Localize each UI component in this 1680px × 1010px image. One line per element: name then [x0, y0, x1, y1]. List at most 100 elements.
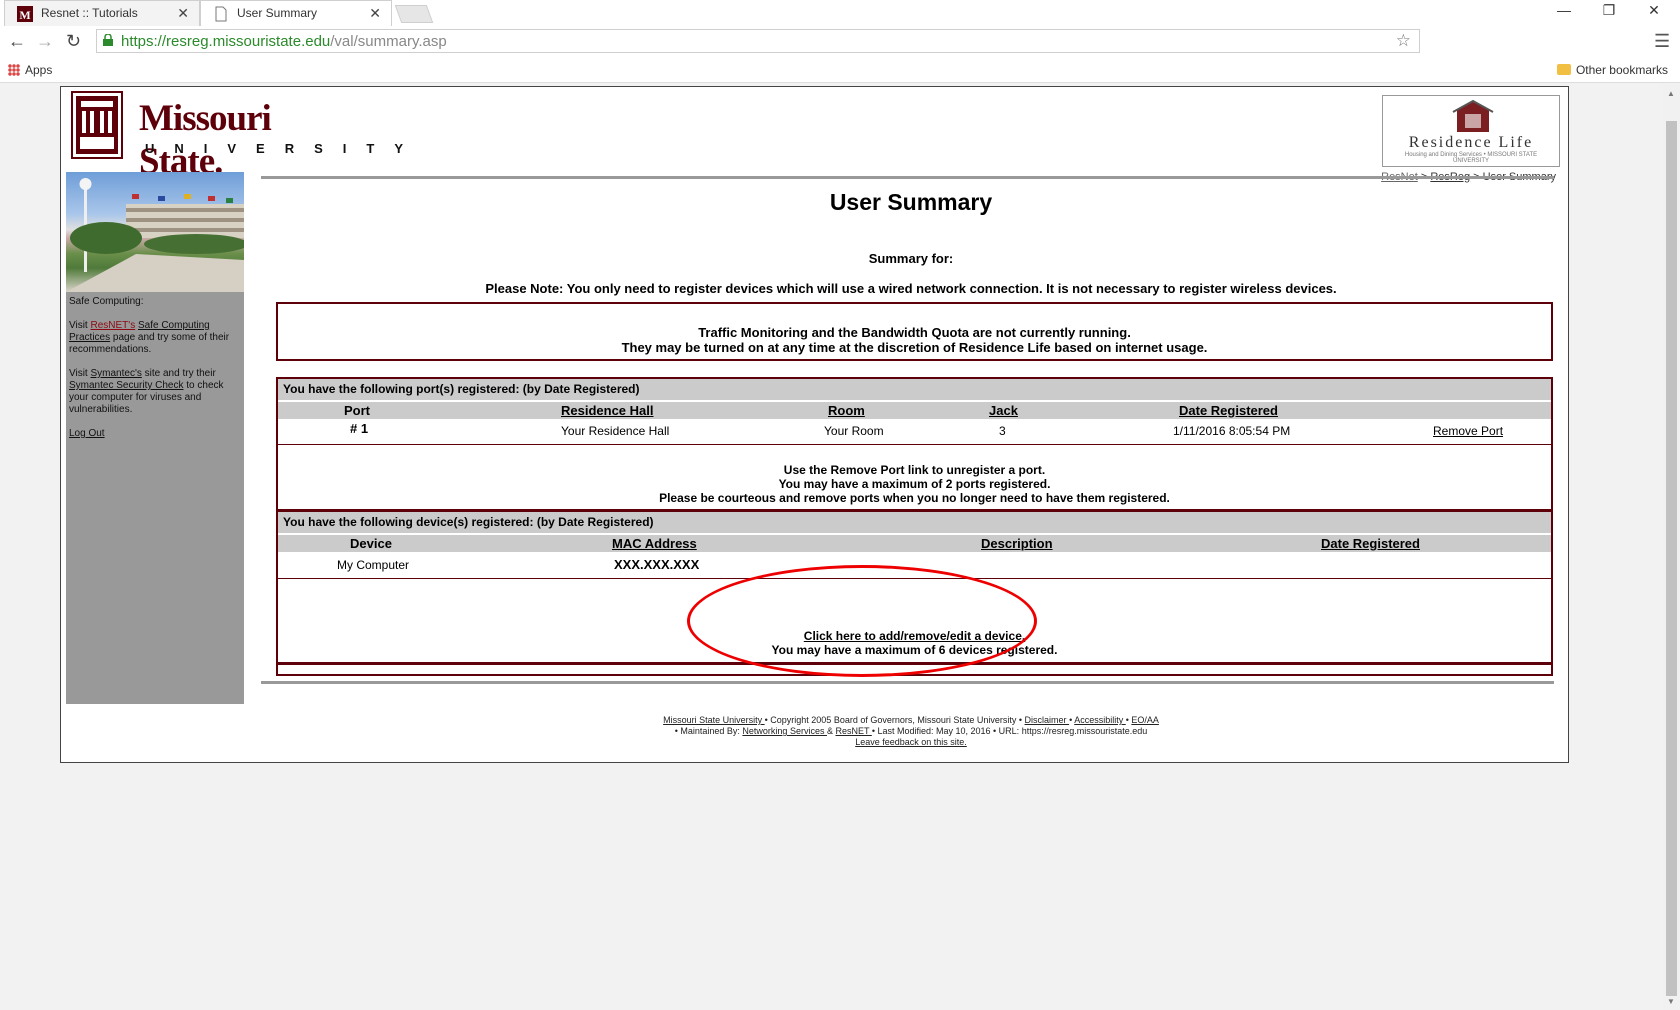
residence-life-logo[interactable]: Residence Life Housing and Dining Servic… [1382, 95, 1560, 167]
new-tab-button[interactable] [394, 5, 434, 23]
traffic-notice-box: Traffic Monitoring and the Bandwidth Quo… [276, 302, 1553, 361]
bottom-divider [261, 681, 1554, 684]
cell-device: My Computer [337, 558, 410, 572]
traffic-line-2: They may be turned on at any time at the… [621, 340, 1208, 355]
url-host: https://resreg.missouristate.edu [121, 33, 331, 50]
tab-close-icon[interactable]: ✕ [177, 5, 189, 22]
text: site and try their [141, 368, 216, 379]
other-bookmarks-label: Other bookmarks [1575, 63, 1668, 77]
url-text: https://resreg.missouristate.edu/val/sum… [121, 33, 447, 50]
ports-message: Use the Remove Port link to unregister a… [278, 463, 1551, 505]
menu-icon[interactable]: ☰ [1654, 31, 1670, 52]
scroll-down-icon[interactable]: ▼ [1667, 997, 1675, 1006]
restore-icon[interactable]: ❐ [1599, 2, 1619, 19]
ports-msg-3: Please be courteous and remove ports whe… [659, 491, 1170, 505]
tab-title: User Summary [237, 6, 318, 20]
row-divider [278, 444, 1551, 445]
table-row: # 1 Your Residence Hall Your Room 3 1/11… [278, 419, 1551, 443]
logo-university: UNIVERSITY [145, 141, 424, 156]
text: Visit [69, 320, 91, 331]
col-port: Port [344, 403, 370, 418]
col-date-registered[interactable]: Date Registered [1179, 403, 1278, 418]
ports-msg-1: Use the Remove Port link to unregister a… [783, 463, 1046, 477]
footer-maintained: • Maintained By: [674, 726, 743, 736]
footer-line-2: • Maintained By: Networking Services & R… [261, 726, 1561, 737]
wired-note: Please Note: You only need to register d… [485, 281, 1337, 296]
page-favicon [215, 6, 227, 22]
window-close-icon[interactable]: ✕ [1644, 2, 1664, 19]
col-residence-hall[interactable]: Residence Hall [561, 403, 654, 418]
symantec-paragraph: Visit Symantec's site and try their Syma… [69, 368, 241, 416]
back-icon[interactable]: ← [8, 31, 26, 52]
text: Visit [69, 368, 91, 379]
resnet-paragraph: Visit ResNET's Safe Computing Practices … [69, 320, 241, 356]
residence-life-house-icon [1452, 100, 1494, 132]
ports-column-header: Port Residence Hall Room Jack Date Regis… [278, 402, 1551, 419]
footer-networking-link[interactable]: Networking Services [742, 726, 827, 736]
logout-link[interactable]: Log Out [69, 428, 105, 439]
col-device: Device [350, 536, 392, 551]
apps-bookmark[interactable]: Apps [8, 63, 52, 77]
reload-icon[interactable]: ↻ [66, 31, 81, 52]
url-path: /val/summary.asp [330, 33, 447, 50]
highlight-oval [687, 565, 1037, 677]
safe-computing-panel: Safe Computing: Visit ResNET's Safe Comp… [69, 296, 241, 452]
col-jack[interactable]: Jack [989, 403, 1018, 418]
traffic-line-1: Traffic Monitoring and the Bandwidth Quo… [698, 325, 1131, 340]
bookmark-star-icon[interactable]: ☆ [1396, 31, 1411, 51]
footer-resnet-link[interactable]: ResNET [835, 726, 871, 736]
minimize-icon[interactable]: — [1554, 2, 1574, 18]
footer-line-1: Missouri State University • Copyright 20… [261, 715, 1561, 726]
footer-copyright: • Copyright 2005 Board of Governors, Mis… [764, 715, 1025, 725]
page-scrollbar[interactable]: ▲ ▼ [1663, 83, 1680, 1010]
address-bar[interactable]: https://resreg.missouristate.edu/val/sum… [96, 29, 1420, 53]
residence-life-title: Residence Life [1408, 134, 1534, 151]
scrollbar-thumb[interactable] [1666, 121, 1677, 996]
remove-port-link[interactable]: Remove Port [1433, 424, 1503, 438]
residence-life-subtitle: Housing and Dining Services • MISSOURI S… [1404, 152, 1538, 164]
footer-modified: • Last Modified: May 10, 2016 • URL: htt… [871, 726, 1148, 736]
tab-title: Resnet :: Tutorials [41, 6, 138, 20]
ports-msg-2: You may have a maximum of 2 ports regist… [778, 477, 1051, 491]
summary-for-label: Summary for: [868, 251, 954, 266]
scroll-up-icon[interactable]: ▲ [1667, 89, 1675, 98]
cell-hall: Your Residence Hall [561, 424, 670, 438]
tab-user-summary[interactable]: User Summary ✕ [200, 0, 392, 26]
footer-feedback-link[interactable]: Leave feedback on this site. [855, 737, 967, 747]
logo-wordmark: Missouri State. [139, 98, 272, 182]
ports-section-header: You have the following port(s) registere… [278, 379, 1551, 400]
top-divider [261, 176, 1554, 179]
campus-photo-art [66, 178, 248, 292]
page-title: User Summary [829, 189, 993, 215]
col-mac-address[interactable]: MAC Address [612, 536, 697, 551]
missouri-state-favicon: M [17, 6, 33, 22]
svg-text:M: M [19, 8, 30, 22]
other-bookmarks[interactable]: Other bookmarks [1556, 63, 1668, 77]
safe-computing-heading: Safe Computing: [69, 296, 144, 307]
cell-date: 1/11/2016 8:05:54 PM [1173, 424, 1291, 438]
tab-resnet-tutorials[interactable]: M Resnet :: Tutorials ✕ [4, 0, 200, 26]
sidebar: Safe Computing: Visit ResNET's Safe Comp… [66, 172, 248, 704]
footer-msu-link[interactable]: Missouri State University [663, 715, 765, 725]
cell-jack: 3 [999, 424, 1006, 438]
folder-icon [1556, 64, 1571, 75]
symantec-security-check-link[interactable]: Symantec Security Check [69, 380, 184, 391]
apps-grid-icon [8, 64, 20, 76]
devices-column-header: Device MAC Address Description Date Regi… [278, 535, 1551, 552]
tab-strip: M Resnet :: Tutorials ✕ User Summary ✕ —… [0, 0, 1680, 26]
symantec-link[interactable]: Symantec's [91, 368, 142, 379]
footer-accessibility-link[interactable]: Accessibility [1074, 715, 1126, 725]
missouri-state-logo[interactable]: Missouri State. UNIVERSITY [71, 91, 403, 182]
footer-eoaa-link[interactable]: EO/AA [1131, 715, 1159, 725]
cell-room: Your Room [824, 424, 884, 438]
apps-label: Apps [25, 63, 53, 77]
forward-icon[interactable]: → [36, 31, 54, 52]
col-room[interactable]: Room [828, 403, 865, 418]
building-seal-icon [71, 91, 123, 159]
col-device-date-registered[interactable]: Date Registered [1321, 536, 1420, 551]
col-description[interactable]: Description [981, 536, 1053, 551]
tab-close-icon[interactable]: ✕ [369, 5, 381, 22]
resnet-link[interactable]: ResNET's [91, 320, 136, 331]
footer-disclaimer-link[interactable]: Disclaimer [1025, 715, 1070, 725]
lock-icon [103, 34, 113, 46]
